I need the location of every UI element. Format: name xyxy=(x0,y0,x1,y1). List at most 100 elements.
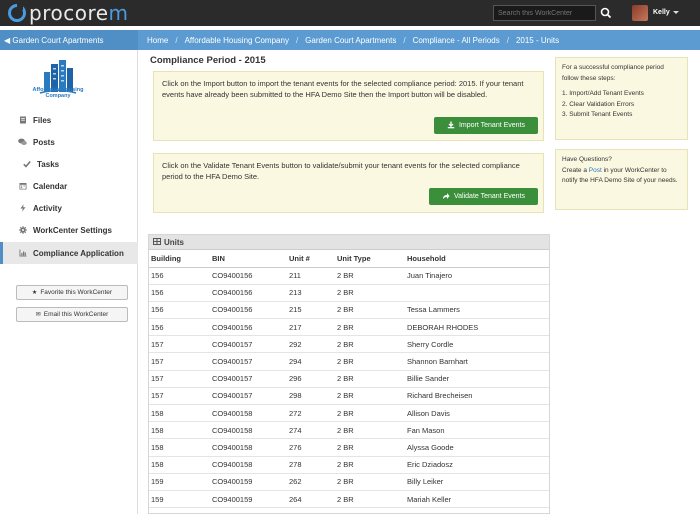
chevron-down-icon[interactable] xyxy=(673,11,679,14)
table-row[interactable]: 156 CO9400156 217 2 BR DEBORAH RHODES xyxy=(149,318,549,337)
step-2: 2. Clear Validation Errors xyxy=(562,100,635,108)
sidebar-item-files[interactable]: Files xyxy=(0,109,138,131)
breadcrumb-separator: / xyxy=(295,36,299,45)
cell-bin: CO9400156 xyxy=(210,284,287,302)
favorite-workcenter-button[interactable]: ★ Favorite this WorkCenter xyxy=(16,285,128,300)
sidebar-item-label: Activity xyxy=(33,203,62,213)
cell-building: 157 xyxy=(149,370,210,388)
table-row[interactable]: 156 CO9400156 211 2 BR Juan Tinajero xyxy=(149,267,549,285)
files-icon xyxy=(18,116,27,125)
cell-bin: CO9400158 xyxy=(210,438,287,457)
cell-household: DEBORAH RHODES xyxy=(405,318,549,337)
cell-building: 157 xyxy=(149,335,210,354)
breadcrumb-separator: / xyxy=(506,36,509,45)
table-row[interactable]: 158 CO9400158 276 2 BR Alyssa Goode xyxy=(149,438,549,457)
breadcrumb-current: 2015 - Units xyxy=(515,36,560,45)
cell-unit-type: 2 BR xyxy=(335,301,405,320)
units-table-body: 156 CO9400156 211 2 BR Juan Tinajero 156 CO940… xyxy=(149,267,549,509)
column-header-household[interactable]: Household xyxy=(405,250,549,268)
step-1: 1. Import/Add Tenant Events xyxy=(562,90,644,97)
table-row[interactable]: 157 CO9400157 296 2 BR Billie Sander xyxy=(149,370,549,388)
cell-building: 156 xyxy=(149,284,210,302)
search-input[interactable] xyxy=(493,5,596,21)
table-row[interactable]: 158 CO9400158 274 2 BR Fan Mason xyxy=(149,421,549,440)
logo-text: procore xyxy=(29,1,109,25)
column-header-unit-type[interactable]: Unit Type xyxy=(335,250,405,268)
cell-unit: 217 xyxy=(287,318,335,337)
cell-unit: 298 xyxy=(287,387,335,406)
top-bar: procorem Kelly xyxy=(0,0,700,26)
sidebar-item-activity[interactable]: Activity xyxy=(0,197,138,219)
cell-unit-type: 2 BR xyxy=(335,490,405,509)
breadcrumb-project[interactable]: Garden Court Apartments xyxy=(305,36,396,45)
table-row[interactable]: 157 CO9400157 294 2 BR Shannon Barnhart xyxy=(149,352,549,371)
cell-household: Richard Brecheisen xyxy=(405,387,549,406)
breadcrumb-separator: / xyxy=(403,36,406,45)
sidebar-item-workcenter-settings[interactable]: WorkCenter Settings xyxy=(0,219,138,241)
column-header-building[interactable]: Building xyxy=(149,250,210,268)
cell-household: Sherry Cordle xyxy=(405,335,549,354)
post-link[interactable]: Post xyxy=(589,167,602,174)
table-row[interactable]: 158 CO9400158 278 2 BR Eric Dziadosz xyxy=(149,456,549,474)
page-title: Compliance Period - 2015 xyxy=(150,55,266,66)
cell-unit: 276 xyxy=(287,438,335,457)
cell-unit: 264 xyxy=(287,490,335,509)
table-icon xyxy=(153,237,161,247)
table-row[interactable]: 157 CO9400157 292 2 BR Sherry Cordle xyxy=(149,335,549,354)
share-arrow-icon xyxy=(442,192,450,202)
cell-bin: CO9400156 xyxy=(210,318,287,337)
cell-bin: CO9400158 xyxy=(210,404,287,423)
column-header-bin[interactable]: BIN xyxy=(210,250,287,268)
logo-text-m: m xyxy=(108,1,129,25)
sidebar-item-tasks[interactable]: Tasks xyxy=(0,153,138,175)
cell-unit: 294 xyxy=(287,352,335,371)
breadcrumb-home[interactable]: Home xyxy=(147,36,168,45)
email-workcenter-button[interactable]: ✉ Email this WorkCenter xyxy=(16,307,128,322)
cell-unit-type: 2 BR xyxy=(335,387,405,406)
sidebar-item-posts[interactable]: Posts xyxy=(0,131,138,153)
cell-household: Alyssa Goode xyxy=(405,438,549,457)
cell-household: Fan Mason xyxy=(405,421,549,440)
chevron-left-icon: ◀ xyxy=(4,36,11,45)
cell-unit: 274 xyxy=(287,421,335,440)
table-row[interactable]: 157 CO9400157 298 2 BR Richard Brecheisen xyxy=(149,387,549,406)
cell-unit-type: 2 BR xyxy=(335,335,405,354)
cell-unit: 215 xyxy=(287,301,335,320)
cell-building: 156 xyxy=(149,318,210,337)
table-row[interactable]: 159 CO9400159 264 2 BR Mariah Keller xyxy=(149,490,549,509)
table-row[interactable]: 156 CO9400156 215 2 BR Tessa Lammers xyxy=(149,301,549,320)
cell-building: 158 xyxy=(149,456,210,474)
cell-unit-type: 2 BR xyxy=(335,404,405,423)
validate-instructions: Click on the Validate Tenant Events butt… xyxy=(162,161,520,181)
units-title: Units xyxy=(164,237,184,247)
project-title[interactable]: ◀ Garden Court Apartments xyxy=(0,30,138,50)
table-row[interactable]: 159 CO9400159 262 2 BR Billy Leiker xyxy=(149,473,549,491)
cell-unit-type: 2 BR xyxy=(335,370,405,388)
validate-tenant-events-button[interactable]: Validate Tenant Events xyxy=(429,188,538,205)
procore-logo[interactable]: procorem xyxy=(8,3,129,23)
cell-unit-type: 2 BR xyxy=(335,438,405,457)
column-header-unit[interactable]: Unit # xyxy=(287,250,335,268)
sidebar-item-calendar[interactable]: Calendar xyxy=(0,175,138,197)
breadcrumb-compliance[interactable]: Compliance - All Periods xyxy=(413,36,500,45)
cell-building: 157 xyxy=(149,387,210,406)
user-name[interactable]: Kelly xyxy=(653,9,670,16)
cell-bin: CO9400158 xyxy=(210,421,287,440)
sidebar-item-compliance-application[interactable]: Compliance Application xyxy=(0,242,138,264)
table-row[interactable]: 156 CO9400156 213 2 BR xyxy=(149,284,549,302)
import-tenant-events-button[interactable]: Import Tenant Events xyxy=(434,117,538,134)
avatar[interactable] xyxy=(632,5,648,21)
sidebar-item-label: Tasks xyxy=(37,159,60,169)
download-icon xyxy=(447,121,455,131)
cell-bin: CO9400156 xyxy=(210,267,287,285)
calendar-icon xyxy=(18,182,27,191)
steps-box: For a successful compliance period follo… xyxy=(555,57,688,140)
breadcrumb-company[interactable]: Affordable Housing Company xyxy=(185,36,289,45)
cell-unit-type: 2 BR xyxy=(335,267,405,285)
activity-icon xyxy=(18,204,27,213)
search-icon[interactable] xyxy=(599,6,613,20)
cell-bin: CO9400157 xyxy=(210,352,287,371)
table-row[interactable]: 158 CO9400158 272 2 BR Allison Davis xyxy=(149,404,549,423)
breadcrumb-separator: / xyxy=(175,36,178,45)
cell-building: 158 xyxy=(149,438,210,457)
